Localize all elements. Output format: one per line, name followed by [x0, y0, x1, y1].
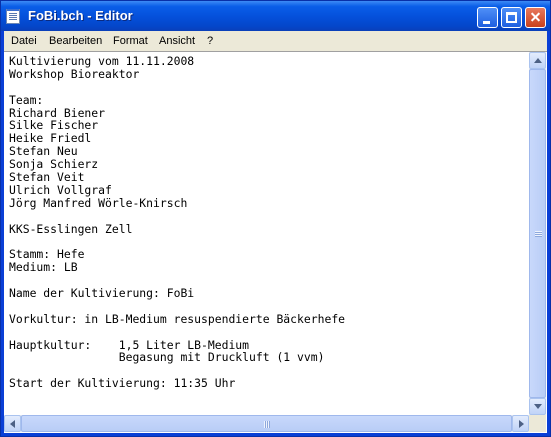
menu-ansicht[interactable]: Ansicht: [159, 35, 195, 47]
text-line: Begasung mit Druckluft (1 vvm): [9, 350, 325, 365]
text-line: Kultivierung vom 11.11.2008: [9, 55, 195, 68]
close-button[interactable]: [525, 7, 546, 28]
text-line: [9, 235, 524, 248]
menu-bar: Datei Bearbeiten Format Ansicht ?: [4, 31, 547, 51]
arrow-left-icon: [10, 420, 15, 428]
menu-bearbeiten[interactable]: Bearbeiten: [49, 35, 102, 47]
text-line: Heike Friedl: [9, 131, 92, 146]
scroll-up-button[interactable]: [529, 52, 546, 69]
text-line: Stamm: Hefe: [9, 247, 85, 262]
text-line: KKS-Esslingen Zell: [9, 221, 133, 236]
grip-icon: [535, 231, 542, 237]
editor-frame: Kultivierung vom 11.11.2008 Workshop Bior…: [4, 51, 547, 433]
menu-datei[interactable]: Datei: [11, 35, 37, 47]
menu-help[interactable]: ?: [207, 35, 213, 47]
window-title: FoBi.bch - Editor: [28, 8, 133, 23]
text-line: [9, 81, 524, 94]
arrow-up-icon: [534, 58, 542, 63]
text-line: Team:: [9, 92, 44, 107]
text-line: Jörg Manfred Wörle-Knirsch: [9, 195, 188, 210]
vertical-scrollbar[interactable]: [529, 52, 546, 415]
minimize-button[interactable]: [477, 7, 498, 28]
scroll-right-button[interactable]: [512, 415, 529, 432]
text-line: Sonja Schierz: [9, 157, 99, 172]
text-line: [9, 300, 524, 313]
text-line: [9, 210, 524, 223]
text-line: Ulrich Vollgraf: [9, 182, 112, 197]
menu-format[interactable]: Format: [113, 35, 148, 47]
horizontal-scrollbar[interactable]: [4, 415, 529, 432]
title-bar[interactable]: FoBi.bch - Editor: [1, 1, 550, 31]
text-line: Vorkultur: in LB-Medium resuspendierte B…: [9, 311, 346, 326]
scroll-down-button[interactable]: [529, 398, 546, 415]
text-line: Workshop Bioreaktor: [9, 66, 140, 81]
text-editor-area[interactable]: Kultivierung vom 11.11.2008 Workshop Bior…: [9, 55, 524, 411]
text-line: Name der Kultivierung: FoBi: [9, 286, 195, 301]
text-line: Medium: LB: [9, 260, 78, 275]
maximize-button[interactable]: [501, 7, 522, 28]
maximize-icon: [506, 12, 517, 23]
minimize-icon: [483, 21, 490, 24]
size-grip-corner[interactable]: [529, 415, 546, 432]
grip-icon: [264, 421, 270, 428]
arrow-down-icon: [534, 404, 542, 409]
text-line: Start der Kultivierung: 11:35 Uhr: [9, 376, 236, 391]
horizontal-scroll-thumb[interactable]: [21, 415, 512, 432]
text-line: Stefan Veit: [9, 170, 85, 185]
text-line: [9, 326, 524, 339]
arrow-right-icon: [519, 420, 524, 428]
notepad-icon[interactable]: [6, 9, 20, 24]
close-icon: [526, 8, 545, 27]
scroll-left-button[interactable]: [4, 415, 21, 432]
vertical-scroll-thumb[interactable]: [529, 69, 546, 398]
editor-window: FoBi.bch - Editor Datei Bearbeiten Forma…: [0, 0, 551, 437]
